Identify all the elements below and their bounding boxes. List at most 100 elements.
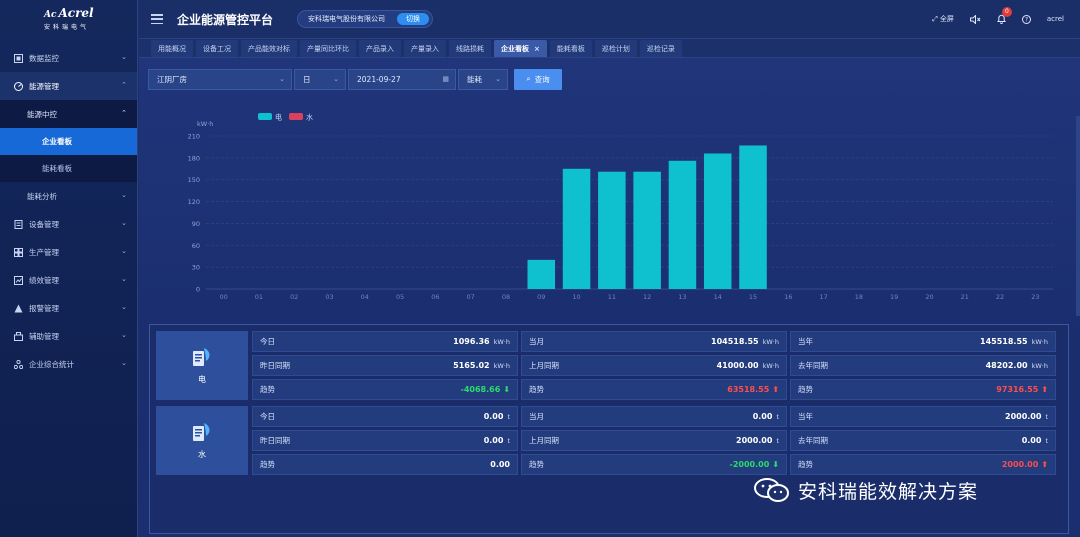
chevron-up-icon: ⌃ [121,109,127,117]
sidebar-item-data-monitor[interactable]: 数据监控 ⌄ [0,44,137,72]
value: 5165.02 [453,361,490,370]
sound-icon[interactable] [969,14,981,24]
tab-output-compare[interactable]: 产量同比环比 [300,40,356,57]
fullscreen-button[interactable]: ⤢ 全屏 [932,14,954,24]
brand-logo[interactable]: Ac Acrel 安科瑞电气 [0,0,137,38]
sidebar-item-performance[interactable]: 绩效管理 ⌄ [0,266,137,294]
company-name: 安科瑞电气股份有限公司 [308,15,386,23]
electric-day-trend: 趋势 -4068.66 ⬇ [252,379,518,400]
x-tick-label: 03 [325,293,333,301]
sidebar-item-device[interactable]: 设备管理 ⌄ [0,210,137,238]
tab-output-entry[interactable]: 产量录入 [404,40,446,57]
query-label: 查询 [534,74,550,84]
sidebar-item-alarm[interactable]: 报警管理 ⌄ [0,294,137,322]
arrow-down-icon: ⬇ [772,460,779,469]
period-select[interactable]: 日 ⌄ [294,68,346,90]
close-icon[interactable]: × [534,45,540,53]
monitor-icon [13,53,23,63]
help-icon[interactable]: ? [1021,14,1031,24]
site-select-value: 江阴厂房 [157,74,187,84]
label: 今日 [260,337,275,346]
y-axis-unit: kW·h [197,120,213,128]
value: 0.00 [752,412,773,421]
device-icon [13,219,23,229]
x-tick-label: 01 [255,293,263,301]
sidebar: Ac Acrel 安科瑞电气 数据监控 ⌄ 能源管理 ⌃ 能源中控 ⌃ 企业看板 … [0,0,138,537]
water-yesterday: 昨日同期 0.00 t [252,430,518,451]
unit: kW·h [1031,361,1048,370]
x-tick-label: 22 [996,293,1004,301]
app-title: 企业能源管控平台 [177,12,274,27]
electric-last-year: 去年同期 48202.00 kW·h [790,355,1056,376]
value: -2000.00 [729,460,770,469]
x-tick-label: 14 [714,293,722,301]
tab-product-entry[interactable]: 产品录入 [359,40,401,57]
menu-toggle-icon[interactable] [151,14,163,24]
period-select-value: 日 [303,74,311,84]
x-tick-label: 02 [290,293,298,301]
tab-inspection-record[interactable]: 巡检记录 [639,40,682,57]
notification-button[interactable]: 0 [996,7,1012,24]
label: 趋势 [798,460,813,469]
label: 趋势 [260,385,275,394]
sidebar-group-energy-analysis[interactable]: 能耗分析 ⌄ [0,182,137,210]
water-year: 当年 2000.00 t [790,406,1056,427]
x-tick-label: 09 [537,293,545,301]
x-tick-label: 08 [502,293,510,301]
sidebar-item-energy[interactable]: 能源管理 ⌃ [0,72,137,100]
query-button[interactable]: ⌕ 查询 [514,68,562,90]
sidebar-item-label: 数据监控 [29,53,59,63]
notification-badge: 0 [1001,7,1012,17]
tab-line-loss[interactable]: 线路损耗 [449,40,491,57]
chart-svg: 电 水 kW·h 0 30 60 90 120 150 180 210 00 01 02 03 04 05 06 0… [188,113,1053,301]
tab-enterprise-board[interactable]: 企业看板 × [494,40,547,57]
sidebar-item-label: 辅助管理 [29,331,59,341]
y-tick-label: 90 [192,220,200,228]
arrow-up-icon: ⬆ [1041,385,1048,394]
wechat-icon [754,478,789,502]
tab-energy-board[interactable]: 能耗看板 [549,40,592,57]
bar-电-10 [562,168,591,289]
tab-device-status[interactable]: 设备工况 [196,40,238,57]
sidebar-item-label: 企业综合统计 [29,359,74,369]
statistics-icon [13,359,23,369]
tab-bar: 用能概况 设备工况 产品能效对标 产量同比环比 产品录入 产量录入 线路损耗 企… [139,38,1080,58]
user-name[interactable]: acrel [1047,15,1064,23]
bar-电-13 [668,160,697,289]
chevron-down-icon: ⌄ [121,275,127,283]
brand-name: Acrel [58,6,94,20]
brand-sub: 安科瑞电气 [44,24,90,31]
date-picker[interactable]: 2021-09-27 ▦ [348,68,456,90]
sidebar-item-statistics[interactable]: 企业综合统计 ⌄ [0,350,137,378]
metric-select[interactable]: 能耗 ⌄ [458,68,508,90]
sidebar-item-enterprise-board[interactable]: 企业看板 [0,128,137,155]
sidebar-item-assist[interactable]: 辅助管理 ⌄ [0,322,137,350]
switch-company-button[interactable]: 切换 [397,13,430,25]
fullscreen-label: 全屏 [939,15,954,23]
sidebar-item-energy-board[interactable]: 能耗看板 [0,155,137,182]
sidebar-item-label: 能源管理 [29,81,59,91]
tab-product-efficiency[interactable]: 产品能效对标 [241,40,297,57]
electric-yesterday: 昨日同期 5165.02 kW·h [252,355,518,376]
x-tick-label: 13 [678,293,686,301]
x-tick-label: 23 [1031,293,1039,301]
unit: t [1045,436,1048,445]
label: 趋势 [529,385,544,394]
site-select[interactable]: 江阴厂房 ⌄ [148,68,292,90]
chevron-down-icon: ⌄ [121,191,127,199]
tab-energy-overview[interactable]: 用能概况 [151,40,193,57]
sidebar-group-energy-control[interactable]: 能源中控 ⌃ [0,100,137,128]
bar-电-15 [739,145,767,289]
unit: t [507,436,510,445]
x-tick-label: 10 [572,293,580,301]
sidebar-item-production[interactable]: 生产管理 ⌄ [0,238,137,266]
x-tick-label: 07 [467,293,475,301]
value: -4068.66 [460,385,501,394]
date-value: 2021-09-27 [357,74,401,84]
tab-inspection-plan[interactable]: 巡检计划 [594,40,637,57]
brand-mark: Ac [44,10,57,20]
calendar-icon: ▦ [442,74,449,83]
scrollbar[interactable] [1076,116,1080,316]
svg-text:?: ? [1025,16,1028,23]
label: 趋势 [529,460,544,469]
